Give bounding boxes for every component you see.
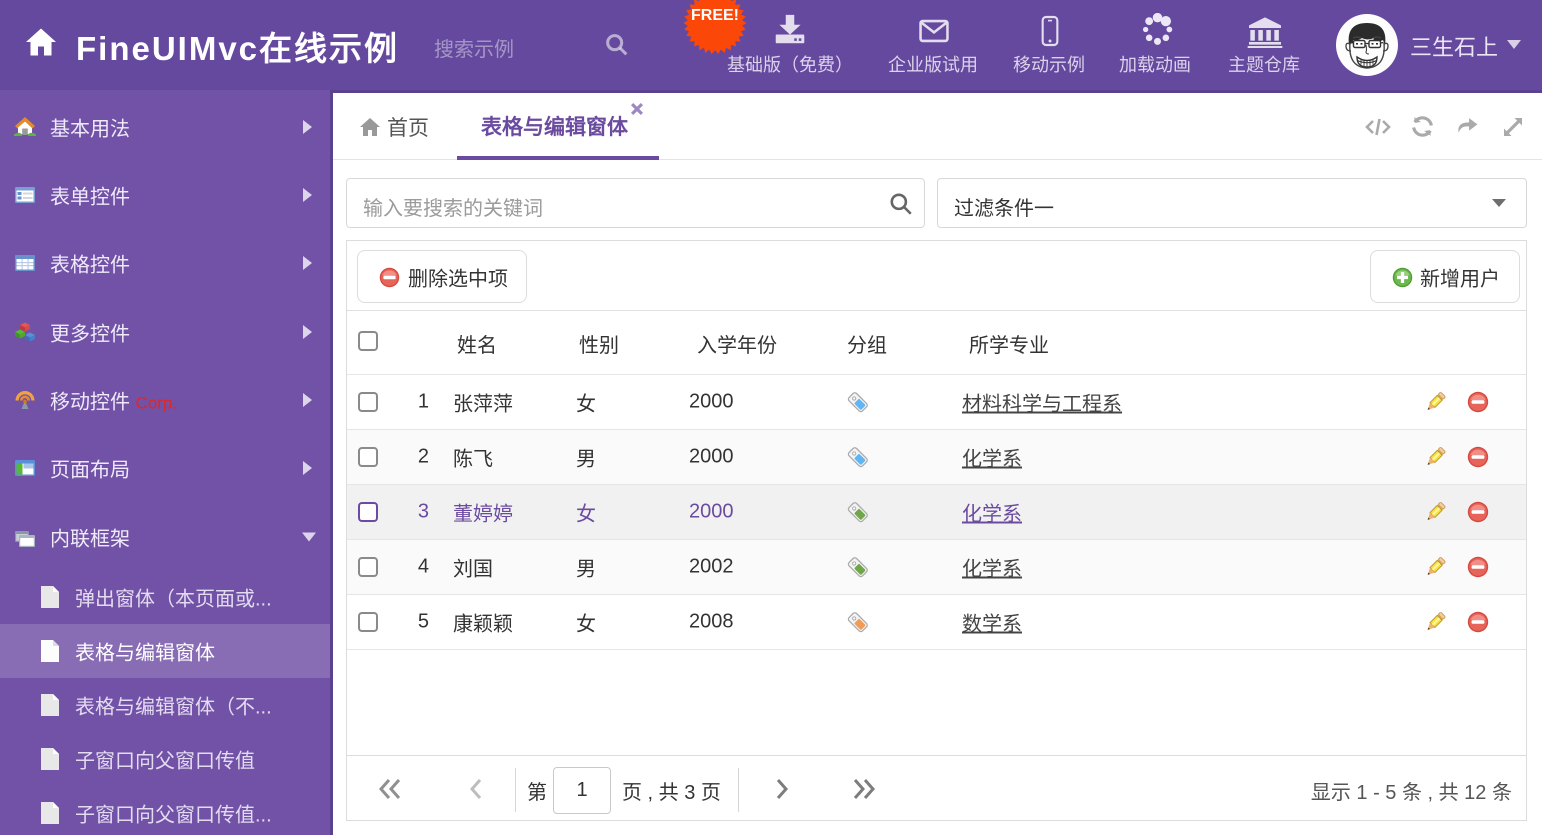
svg-text:FREE!: FREE! [691,7,739,24]
